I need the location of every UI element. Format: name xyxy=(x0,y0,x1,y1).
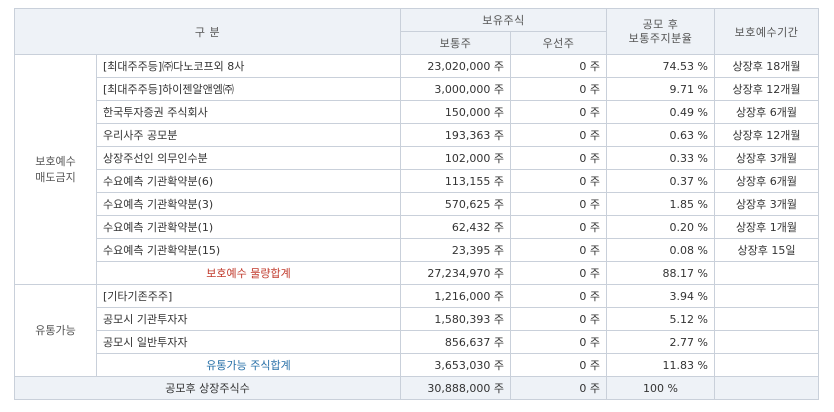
row-name: [기타기존주주] xyxy=(96,284,401,308)
row-name: 수요예측 기관확약분(6) xyxy=(96,169,401,193)
row-name: [최대주주등]하이젠알앤엠㈜ xyxy=(96,77,401,101)
row-name: 수요예측 기관확약분(1) xyxy=(96,215,401,239)
table-row: 한국투자증권 주식회사 150,000 주 0 주 0.49 % 상장후 6개월 xyxy=(15,100,819,124)
subtotal-row: 보호예수 물량합계 27,234,970 주 0 주 88.17 % xyxy=(15,261,819,285)
row-ratio: 5.12 % xyxy=(606,307,715,331)
row-common: 193,363 주 xyxy=(400,123,511,147)
row-name: 공모시 일반투자자 xyxy=(96,330,401,354)
row-preferred: 0 주 xyxy=(510,238,607,262)
row-period xyxy=(714,307,819,331)
table-row: 상장주선인 의무인수분 102,000 주 0 주 0.33 % 상장후 3개월 xyxy=(15,146,819,170)
row-ratio: 1.85 % xyxy=(606,192,715,216)
subtotal-row: 유통가능 주식합계 3,653,030 주 0 주 11.83 % xyxy=(15,353,819,377)
row-name: 수요예측 기관확약분(3) xyxy=(96,192,401,216)
table-row: 수요예측 기관확약분(15) 23,395 주 0 주 0.08 % 상장후 1… xyxy=(15,238,819,262)
row-preferred: 0 주 xyxy=(510,330,607,354)
row-period: 상장후 3개월 xyxy=(714,146,819,170)
row-common: 150,000 주 xyxy=(400,100,511,124)
subtotal-label: 유통가능 주식합계 xyxy=(96,353,401,377)
row-ratio: 0.20 % xyxy=(606,215,715,239)
row-ratio: 2.77 % xyxy=(606,330,715,354)
row-common: 23,020,000 주 xyxy=(400,54,511,78)
row-common: 3,000,000 주 xyxy=(400,77,511,101)
table-row: 우리사주 공모분 193,363 주 0 주 0.63 % 상장후 12개월 xyxy=(15,123,819,147)
table-row: 공모시 기관투자자 1,580,393 주 0 주 5.12 % xyxy=(15,307,819,331)
total-preferred: 0 주 xyxy=(510,376,607,400)
row-period: 상장후 12개월 xyxy=(714,77,819,101)
row-period xyxy=(714,284,819,308)
row-preferred: 0 주 xyxy=(510,146,607,170)
row-name: [최대주주등]㈜다노코프외 8사 xyxy=(96,54,401,78)
subtotal-period xyxy=(714,353,819,377)
row-name: 공모시 기관투자자 xyxy=(96,307,401,331)
table-row: 유통가능 [기타기존주주] 1,216,000 주 0 주 3.94 % xyxy=(14,284,819,377)
row-period: 상장후 6개월 xyxy=(714,100,819,124)
subtotal-period xyxy=(714,261,819,285)
header-common: 보통주 xyxy=(400,31,511,55)
table-row: 보호예수 매도금지 [최대주주등]㈜다노코프외 8사 23,020,000 주 … xyxy=(14,54,819,285)
row-common: 1,216,000 주 xyxy=(400,284,511,308)
lockup-table: 구 분 보유주식 공모 후 보통주지분율 보호예수기간 보통주 우선주 보호예수… xyxy=(14,8,819,400)
subtotal-ratio: 88.17 % xyxy=(606,261,715,285)
row-preferred: 0 주 xyxy=(510,192,607,216)
row-common: 62,432 주 xyxy=(400,215,511,239)
row-period: 상장후 12개월 xyxy=(714,123,819,147)
row-preferred: 0 주 xyxy=(510,284,607,308)
row-ratio: 0.08 % xyxy=(606,238,715,262)
row-period: 상장후 1개월 xyxy=(714,215,819,239)
row-common: 113,155 주 xyxy=(400,169,511,193)
row-period: 상장후 15일 xyxy=(714,238,819,262)
row-name: 한국투자증권 주식회사 xyxy=(96,100,401,124)
row-period: 상장후 6개월 xyxy=(714,169,819,193)
table-row: 수요예측 기관확약분(1) 62,432 주 0 주 0.20 % 상장후 1개… xyxy=(15,215,819,239)
header-holdings: 보유주식 xyxy=(400,8,607,32)
row-period: 상장후 18개월 xyxy=(714,54,819,78)
subtotal-preferred: 0 주 xyxy=(510,353,607,377)
header-preferred: 우선주 xyxy=(510,31,607,55)
row-name: 상장주선인 의무인수분 xyxy=(96,146,401,170)
row-preferred: 0 주 xyxy=(510,307,607,331)
row-preferred: 0 주 xyxy=(510,215,607,239)
row-common: 856,637 주 xyxy=(400,330,511,354)
subtotal-preferred: 0 주 xyxy=(510,261,607,285)
table-row: 수요예측 기관확약분(6) 113,155 주 0 주 0.37 % 상장후 6… xyxy=(15,169,819,193)
group-label-lockup: 보호예수 매도금지 xyxy=(14,54,97,285)
row-ratio: 74.53 % xyxy=(606,54,715,78)
row-preferred: 0 주 xyxy=(510,54,607,78)
subtotal-ratio: 11.83 % xyxy=(606,353,715,377)
header-gubun: 구 분 xyxy=(14,8,401,55)
row-preferred: 0 주 xyxy=(510,123,607,147)
row-common: 1,580,393 주 xyxy=(400,307,511,331)
subtotal-label: 보호예수 물량합계 xyxy=(96,261,401,285)
row-common: 23,395 주 xyxy=(400,238,511,262)
row-ratio: 0.63 % xyxy=(606,123,715,147)
header-period: 보호예수기간 xyxy=(714,8,819,55)
row-ratio: 0.37 % xyxy=(606,169,715,193)
subtotal-common: 3,653,030 주 xyxy=(400,353,511,377)
total-common: 30,888,000 주 xyxy=(400,376,511,400)
total-ratio: 100 % xyxy=(606,376,715,400)
row-period xyxy=(714,330,819,354)
row-ratio: 3.94 % xyxy=(606,284,715,308)
row-name: 수요예측 기관확약분(15) xyxy=(96,238,401,262)
subtotal-common: 27,234,970 주 xyxy=(400,261,511,285)
row-name: 우리사주 공모분 xyxy=(96,123,401,147)
row-preferred: 0 주 xyxy=(510,77,607,101)
row-common: 102,000 주 xyxy=(400,146,511,170)
total-label: 공모후 상장주식수 xyxy=(14,376,401,400)
total-period xyxy=(714,376,819,400)
row-period: 상장후 3개월 xyxy=(714,192,819,216)
header-ratio: 공모 후 보통주지분율 xyxy=(606,8,715,55)
row-preferred: 0 주 xyxy=(510,169,607,193)
total-row: 공모후 상장주식수 30,888,000 주 0 주 100 % xyxy=(14,376,819,400)
table-row: [최대주주등]하이젠알앤엠㈜ 3,000,000 주 0 주 9.71 % 상장… xyxy=(15,77,819,101)
row-preferred: 0 주 xyxy=(510,100,607,124)
table-row: 공모시 일반투자자 856,637 주 0 주 2.77 % xyxy=(15,330,819,354)
row-ratio: 0.33 % xyxy=(606,146,715,170)
row-ratio: 0.49 % xyxy=(606,100,715,124)
table-row: 수요예측 기관확약분(3) 570,625 주 0 주 1.85 % 상장후 3… xyxy=(15,192,819,216)
row-common: 570,625 주 xyxy=(400,192,511,216)
row-ratio: 9.71 % xyxy=(606,77,715,101)
group-label-tradable: 유통가능 xyxy=(14,284,97,377)
